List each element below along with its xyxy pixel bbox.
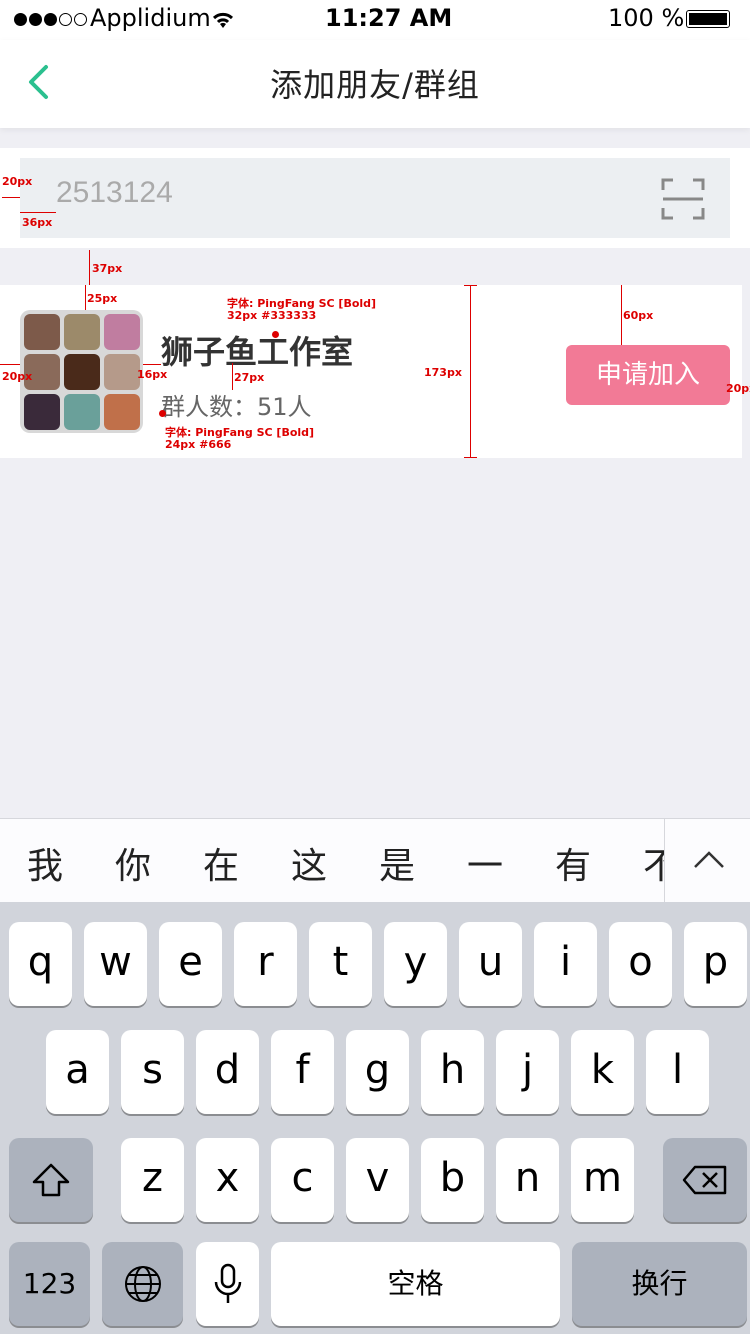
return-key[interactable]: 换行: [572, 1242, 747, 1326]
member-count: 群人数：51人: [161, 393, 312, 421]
candidate-1[interactable]: 我: [27, 837, 63, 889]
page-title: 添加朋友/群组: [270, 66, 480, 104]
key-o[interactable]: o: [609, 922, 672, 1006]
dim-label-36: 36px: [22, 216, 53, 229]
avatar-tile-icon: [64, 314, 100, 350]
avatar-tile-icon: [104, 314, 140, 350]
dim-label-27: 27px: [234, 371, 265, 384]
key-q[interactable]: q: [9, 922, 72, 1006]
candidate-8[interactable]: 不: [643, 837, 665, 889]
key-y[interactable]: y: [384, 922, 447, 1006]
font-annotation-name-size: 32px #333333: [227, 309, 317, 322]
key-i[interactable]: i: [534, 922, 597, 1006]
space-key[interactable]: 空格: [271, 1242, 560, 1326]
ime-candidate-bar: 我 你 在 这 是 一 有 不: [0, 818, 750, 903]
key-u[interactable]: u: [459, 922, 522, 1006]
search-bar[interactable]: 2513124: [20, 158, 730, 238]
globe-key[interactable]: [102, 1242, 183, 1326]
key-v[interactable]: v: [346, 1138, 409, 1222]
avatar-tile-icon: [64, 394, 100, 430]
expand-candidates-button[interactable]: [664, 819, 750, 903]
search-input[interactable]: 2513124: [56, 176, 173, 210]
key-j[interactable]: j: [496, 1030, 559, 1114]
wifi-icon: [212, 12, 234, 28]
clock: 11:27 AM: [325, 4, 453, 32]
dictation-key[interactable]: [196, 1242, 259, 1326]
group-avatar: [20, 310, 143, 433]
key-f[interactable]: f: [271, 1030, 334, 1114]
key-k[interactable]: k: [571, 1030, 634, 1114]
dim-label-20-left: 20px: [2, 370, 33, 383]
candidate-5[interactable]: 是: [379, 837, 415, 889]
key-h[interactable]: h: [421, 1030, 484, 1114]
group-list-item[interactable]: 狮子鱼工作室 群人数：51人 申请加入 25px 字体: PingFang SC…: [0, 285, 750, 458]
join-button[interactable]: 申请加入: [566, 345, 730, 405]
avatar-tile-icon: [104, 394, 140, 430]
delete-key[interactable]: [663, 1138, 747, 1222]
key-s[interactable]: s: [121, 1030, 184, 1114]
keyboard: q w e r t y u i o p a s d f g h j k l z …: [0, 902, 750, 1334]
candidate-7[interactable]: 有: [555, 837, 591, 889]
avatar-tile-icon: [64, 354, 100, 390]
candidate-4[interactable]: 这: [291, 837, 327, 889]
battery-icon: [686, 10, 730, 28]
microphone-icon: [214, 1263, 242, 1303]
candidate-2[interactable]: 你: [115, 837, 151, 889]
key-n[interactable]: n: [496, 1138, 559, 1222]
avatar-tile-icon: [104, 354, 140, 390]
status-bar: Applidium 11:27 AM 100 %: [0, 0, 750, 40]
candidate-6[interactable]: 一: [467, 837, 503, 889]
backspace-icon: [682, 1165, 727, 1195]
dim-label-37: 37px: [92, 262, 123, 275]
key-z[interactable]: z: [121, 1138, 184, 1222]
scan-icon[interactable]: [661, 178, 705, 220]
key-e[interactable]: e: [159, 922, 222, 1006]
dim-label-16: 16px: [137, 368, 168, 381]
key-t[interactable]: t: [309, 922, 372, 1006]
key-m[interactable]: m: [571, 1138, 634, 1222]
signal-indicator: [14, 4, 89, 32]
font-annotation-count-size: 24px #666: [165, 438, 232, 451]
key-l[interactable]: l: [646, 1030, 709, 1114]
battery-percent: 100 %: [608, 4, 685, 32]
chevron-up-icon: [694, 851, 724, 868]
dim-label-20-right: 20px: [726, 382, 750, 395]
key-d[interactable]: d: [196, 1030, 259, 1114]
globe-icon: [125, 1266, 161, 1302]
avatar-tile-icon: [24, 314, 60, 350]
key-p[interactable]: p: [684, 922, 747, 1006]
dim-label-173: 173px: [424, 366, 462, 379]
key-x[interactable]: x: [196, 1138, 259, 1222]
numbers-key[interactable]: 123: [9, 1242, 90, 1326]
key-g[interactable]: g: [346, 1030, 409, 1114]
key-w[interactable]: w: [84, 922, 147, 1006]
group-name: 狮子鱼工作室: [161, 333, 354, 371]
key-b[interactable]: b: [421, 1138, 484, 1222]
candidate-3[interactable]: 在: [203, 837, 239, 889]
key-r[interactable]: r: [234, 922, 297, 1006]
shift-key[interactable]: [9, 1138, 93, 1222]
carrier: Applidium: [90, 4, 211, 32]
nav-bar: 添加朋友/群组: [0, 40, 750, 128]
dim-label-60: 60px: [623, 309, 654, 322]
dim-label-25: 25px: [87, 292, 118, 305]
shift-icon: [32, 1163, 70, 1197]
avatar-tile-icon: [24, 394, 60, 430]
key-a[interactable]: a: [46, 1030, 109, 1114]
key-c[interactable]: c: [271, 1138, 334, 1222]
dim-label-20: 20px: [2, 175, 33, 188]
